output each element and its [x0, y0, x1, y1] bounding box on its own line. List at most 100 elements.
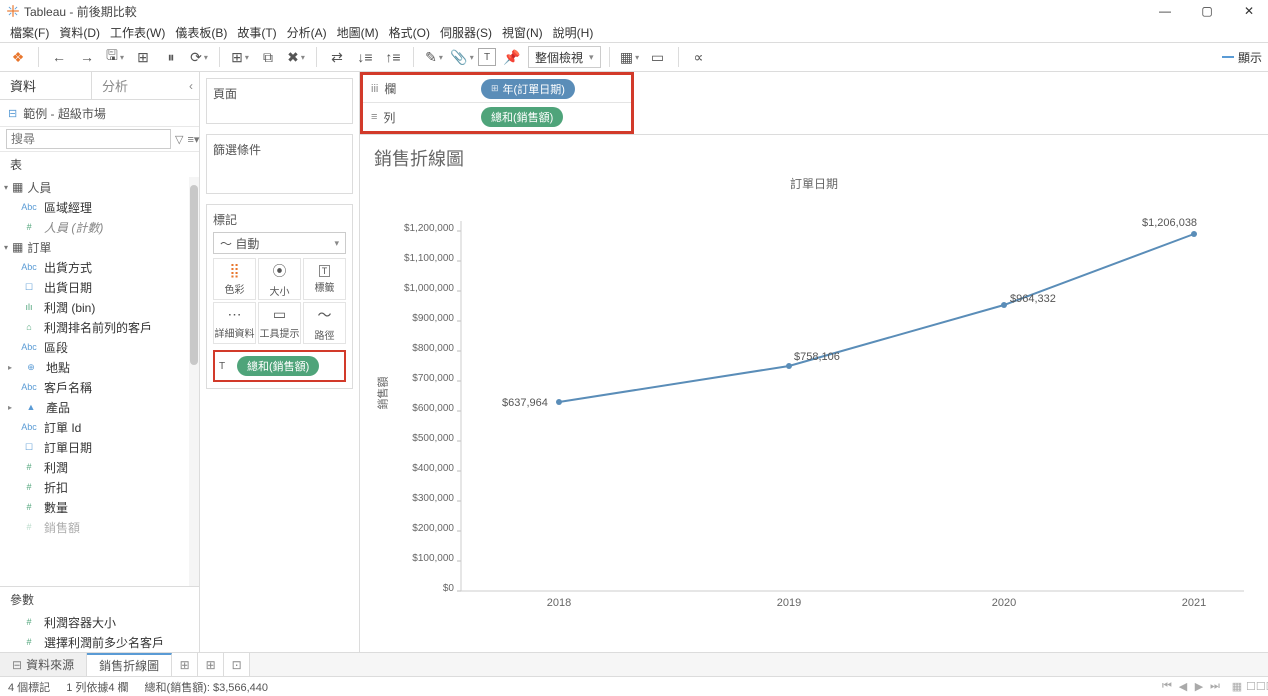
- datasource-name[interactable]: ⊟ 範例 - 超級市場: [0, 100, 199, 126]
- new-sheet-button[interactable]: ⊞: [228, 45, 252, 69]
- sort-asc-button[interactable]: ↓≡: [353, 45, 377, 69]
- menu-server[interactable]: 伺服器(S): [436, 24, 496, 41]
- svg-text:$1,000,000: $1,000,000: [404, 283, 454, 294]
- close-button[interactable]: ✕: [1242, 4, 1256, 18]
- menu-worksheet[interactable]: 工作表(W): [106, 24, 169, 41]
- share-button[interactable]: ∝: [687, 45, 711, 69]
- save-button[interactable]: 🖫: [103, 45, 127, 69]
- view-options-icon[interactable]: ≡▾: [187, 133, 199, 146]
- refresh-button[interactable]: ⟳: [187, 45, 211, 69]
- nav-prev-button[interactable]: ◀: [1176, 680, 1190, 693]
- param-top-n-customers[interactable]: #選擇利潤前多少名客戶: [0, 632, 199, 652]
- marks-tooltip-button[interactable]: ▭工具提示: [258, 302, 301, 344]
- tab-analytics[interactable]: 分析: [92, 72, 183, 99]
- field-people-count[interactable]: #人員 (計數): [0, 217, 199, 237]
- group-button[interactable]: 📎: [450, 45, 474, 69]
- show-me-button[interactable]: 顯示: [1222, 49, 1262, 66]
- filter-icon[interactable]: ▽: [175, 133, 183, 146]
- parameters-label: 參數: [0, 587, 199, 612]
- chart-canvas[interactable]: 銷售額 $0 $100,000 $200,000 $300,000 $400,0…: [370, 196, 1258, 606]
- menu-data[interactable]: 資料(D): [55, 24, 104, 41]
- menu-file[interactable]: 檔案(F): [6, 24, 53, 41]
- chart-title[interactable]: 銷售折線圖: [374, 145, 1254, 171]
- mark-type-selector[interactable]: ～ 自動▾: [213, 232, 346, 254]
- datasource-tab[interactable]: ⊟資料來源: [0, 653, 87, 676]
- rows-shelf[interactable]: ≡列 總和(銷售額): [363, 103, 631, 131]
- pin-button[interactable]: 📌: [500, 45, 524, 69]
- table-orders[interactable]: ▾▦訂單: [0, 237, 199, 257]
- marks-label-pill[interactable]: T 總和(銷售額): [219, 356, 340, 376]
- new-worksheet-button[interactable]: ⊞: [172, 653, 198, 676]
- tableau-logo-icon: [6, 4, 20, 18]
- tableau-icon[interactable]: ❖: [6, 45, 30, 69]
- columns-shelf[interactable]: iii欄 ⊞年(訂單日期): [363, 75, 631, 103]
- nav-next-button[interactable]: ▶: [1192, 680, 1206, 693]
- field-segment[interactable]: Abc區段: [0, 337, 199, 357]
- marks-label-button[interactable]: T標籤: [303, 258, 346, 300]
- field-quantity[interactable]: #數量: [0, 497, 199, 517]
- status-rowcol: 1 列依據4 欄: [66, 679, 128, 695]
- duplicate-button[interactable]: ⧉: [256, 45, 280, 69]
- pages-card[interactable]: 頁面: [206, 78, 353, 124]
- nav-filmstrip-button[interactable]: ☐☐☐: [1246, 680, 1260, 693]
- active-sheet-tab[interactable]: 銷售折線圖: [87, 653, 172, 676]
- field-ship-date[interactable]: ☐出貨日期: [0, 277, 199, 297]
- field-ship-mode[interactable]: Abc出貨方式: [0, 257, 199, 277]
- status-sum: 總和(銷售額): $3,566,440: [145, 679, 269, 695]
- field-top-customers[interactable]: ⌂利潤排名前列的客戶: [0, 317, 199, 337]
- redo-button[interactable]: →: [75, 45, 99, 69]
- fit-selector[interactable]: 整個檢視▾: [528, 46, 601, 68]
- maximize-button[interactable]: ▢: [1200, 4, 1214, 18]
- param-profit-bin-size[interactable]: #利潤容器大小: [0, 612, 199, 632]
- marks-detail-button[interactable]: ⋯詳細資料: [213, 302, 256, 344]
- rows-pill[interactable]: 總和(銷售額): [481, 107, 563, 127]
- field-sales[interactable]: #銷售額: [0, 517, 199, 537]
- field-profit[interactable]: #利潤: [0, 457, 199, 477]
- tab-data[interactable]: 資料: [0, 72, 91, 99]
- nav-last-button[interactable]: ⏭: [1208, 680, 1222, 693]
- svg-text:$1,206,038: $1,206,038: [1142, 217, 1197, 229]
- svg-text:$700,000: $700,000: [412, 373, 454, 384]
- marks-pill-highlight: T 總和(銷售額): [213, 350, 346, 382]
- pause-button[interactable]: ⏸: [159, 45, 183, 69]
- svg-text:$964,332: $964,332: [1010, 293, 1056, 305]
- field-customer-name[interactable]: Abc客戶名稱: [0, 377, 199, 397]
- undo-button[interactable]: ←: [47, 45, 71, 69]
- marks-path-button[interactable]: ～路徑: [303, 302, 346, 344]
- field-profit-bin[interactable]: ılı利潤 (bin): [0, 297, 199, 317]
- sort-desc-button[interactable]: ↑≡: [381, 45, 405, 69]
- menu-story[interactable]: 故事(T): [233, 24, 280, 41]
- swap-button[interactable]: ⇄: [325, 45, 349, 69]
- field-product[interactable]: ▸▲產品: [0, 397, 199, 417]
- new-story-button[interactable]: ⊡: [224, 653, 250, 676]
- minimize-button[interactable]: —: [1158, 4, 1172, 18]
- menu-dashboard[interactable]: 儀表板(B): [171, 24, 231, 41]
- field-location[interactable]: ▸⊕地點: [0, 357, 199, 377]
- show-cards-button[interactable]: ▦: [618, 45, 642, 69]
- filters-card[interactable]: 篩選條件: [206, 134, 353, 194]
- field-region-manager[interactable]: Abc區域經理: [0, 197, 199, 217]
- svg-text:2018: 2018: [547, 597, 571, 606]
- table-people[interactable]: ▾▦人員: [0, 177, 199, 197]
- new-datasource-button[interactable]: ⊞: [131, 45, 155, 69]
- highlight-button[interactable]: ✎: [422, 45, 446, 69]
- marks-size-button[interactable]: ⦿大小: [258, 258, 301, 300]
- field-order-date[interactable]: ☐訂單日期: [0, 437, 199, 457]
- new-dashboard-button[interactable]: ⊞: [198, 653, 224, 676]
- menu-map[interactable]: 地圖(M): [333, 24, 383, 41]
- clear-button[interactable]: ✖: [284, 45, 308, 69]
- marks-color-button[interactable]: ⣿色彩: [213, 258, 256, 300]
- menu-help[interactable]: 說明(H): [549, 24, 598, 41]
- menu-window[interactable]: 視窗(N): [498, 24, 547, 41]
- search-input[interactable]: [6, 129, 171, 149]
- nav-grid-button[interactable]: ▦: [1230, 680, 1244, 693]
- presentation-button[interactable]: ▭: [646, 45, 670, 69]
- menu-analysis[interactable]: 分析(A): [283, 24, 331, 41]
- field-discount[interactable]: #折扣: [0, 477, 199, 497]
- nav-first-button[interactable]: ⏮: [1160, 680, 1174, 693]
- columns-pill[interactable]: ⊞年(訂單日期): [481, 79, 575, 99]
- field-order-id[interactable]: Abc訂單 Id: [0, 417, 199, 437]
- menu-format[interactable]: 格式(O): [385, 24, 434, 41]
- labels-button[interactable]: T: [478, 48, 496, 66]
- collapse-pane-button[interactable]: ‹: [183, 72, 199, 99]
